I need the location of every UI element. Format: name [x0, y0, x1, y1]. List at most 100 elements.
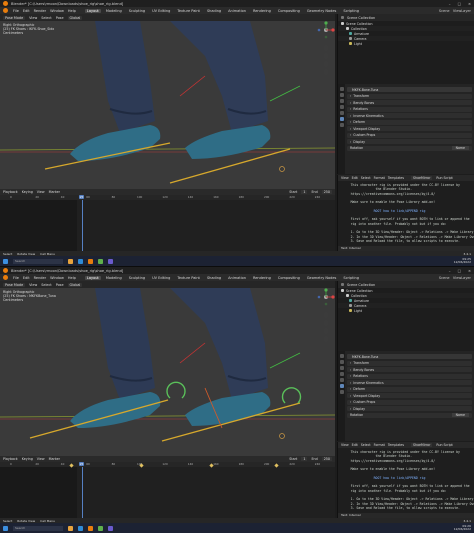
- text-menu-edit[interactable]: Edit: [352, 176, 358, 180]
- menu-edit[interactable]: Edit: [23, 276, 30, 280]
- app-icon[interactable]: [98, 525, 103, 531]
- app-icon[interactable]: [98, 258, 103, 264]
- end-frame-field[interactable]: 250: [321, 457, 332, 461]
- property-panel[interactable]: › Inverse Kinematics: [347, 380, 472, 385]
- property-panel[interactable]: › Viewport Display: [347, 126, 472, 131]
- property-panel[interactable]: › Transform: [347, 93, 472, 99]
- blender-taskbar-icon[interactable]: [88, 525, 93, 531]
- workspace-tab-scripting[interactable]: Scripting: [341, 9, 361, 13]
- timeline-menu-playback[interactable]: Playback: [3, 457, 18, 461]
- field-value[interactable]: Name: [451, 146, 469, 150]
- axis-gizmo-icon[interactable]: [317, 288, 335, 306]
- edge-icon[interactable]: [78, 525, 83, 531]
- property-panel[interactable]: › Deform: [347, 386, 472, 392]
- start-frame-field[interactable]: 1: [301, 457, 308, 461]
- view-menu[interactable]: View: [29, 16, 37, 20]
- rotation-field[interactable]: Rotation Name: [347, 145, 472, 151]
- property-panel[interactable]: › Transform: [347, 360, 472, 366]
- render-tab-icon[interactable]: [339, 360, 344, 364]
- property-panel[interactable]: › Relations: [347, 106, 472, 112]
- maximize-button[interactable]: □: [458, 269, 461, 273]
- workspace-tab-uv-editing[interactable]: UV Editing: [150, 9, 172, 13]
- text-menu-edit[interactable]: Edit: [352, 443, 358, 447]
- menu-edit[interactable]: Edit: [23, 9, 30, 13]
- 3d-viewport[interactable]: Right Orthographic (25) FK Shoes : IKFK.…: [0, 21, 336, 193]
- taskbar-search[interactable]: Search: [13, 525, 63, 531]
- select-menu[interactable]: Select: [41, 283, 51, 287]
- timeline-menu-keying[interactable]: Keying: [22, 190, 33, 194]
- app2-icon[interactable]: [108, 525, 113, 531]
- start-icon[interactable]: [3, 525, 8, 531]
- property-panel[interactable]: › Bendy Bones: [347, 100, 472, 105]
- workspace-tab-geometry-nodes[interactable]: Geometry Nodes: [305, 9, 339, 13]
- keyframe-marker[interactable]: [139, 463, 144, 468]
- rotation-field[interactable]: Rotation Name: [347, 412, 472, 418]
- pan-hand-icon[interactable]: [323, 53, 329, 59]
- viewport-canvas[interactable]: [0, 288, 336, 456]
- workspace-tab-rendering[interactable]: Rendering: [251, 9, 273, 13]
- menu-render[interactable]: Render: [34, 9, 46, 13]
- menu-render[interactable]: Render: [34, 276, 46, 280]
- workspace-tab-layout[interactable]: Layout: [84, 8, 101, 13]
- workspace-tab-animation[interactable]: Animation: [226, 9, 248, 13]
- grid-toggle-icon[interactable]: [323, 336, 329, 342]
- mode-dropdown[interactable]: Pose Mode: [3, 15, 26, 20]
- timeline-menu-view[interactable]: View: [37, 457, 45, 461]
- start-icon[interactable]: [3, 258, 8, 264]
- orientation-dropdown[interactable]: Global: [67, 282, 83, 287]
- menu-file[interactable]: File: [13, 9, 19, 13]
- property-panel[interactable]: › Custom Props: [347, 399, 472, 405]
- pan-hand-icon[interactable]: [323, 320, 329, 326]
- zoom-icon[interactable]: [323, 312, 329, 318]
- grid-toggle-icon[interactable]: [323, 69, 329, 75]
- object-tab-icon[interactable]: [339, 111, 344, 115]
- workspace-tab-modeling[interactable]: Modeling: [104, 276, 124, 280]
- workspace-tab-shading[interactable]: Shading: [205, 9, 223, 13]
- system-clock[interactable]: 09:25 12/06/2022: [454, 257, 471, 265]
- file-explorer-icon[interactable]: [68, 258, 73, 264]
- timeline-menu-playback[interactable]: Playback: [3, 190, 18, 194]
- property-panel[interactable]: › Bendy Bones: [347, 367, 472, 372]
- current-frame-label[interactable]: 25: [78, 195, 85, 199]
- property-panel[interactable]: › Deform: [347, 119, 472, 125]
- maximize-button[interactable]: □: [458, 2, 461, 6]
- output-tab-icon[interactable]: [339, 366, 344, 370]
- text-body[interactable]: This character rig is provided under the…: [338, 181, 474, 251]
- blender-menu-icon[interactable]: [3, 275, 8, 280]
- camera-view-icon[interactable]: [323, 328, 329, 334]
- menu-help[interactable]: Help: [68, 9, 76, 13]
- object-tab-icon[interactable]: [339, 378, 344, 382]
- bone-tab-icon[interactable]: [339, 384, 344, 388]
- property-panel[interactable]: › Custom Props: [347, 132, 472, 138]
- property-panel[interactable]: › Display: [347, 139, 472, 144]
- workspace-tab-rendering[interactable]: Rendering: [251, 276, 273, 280]
- text-menu-templates[interactable]: Templates: [388, 176, 404, 180]
- field-value[interactable]: Name: [451, 413, 469, 417]
- workspace-tab-modeling[interactable]: Modeling: [104, 9, 124, 13]
- file-explorer-icon[interactable]: [68, 525, 73, 531]
- orientation-dropdown[interactable]: Global: [67, 15, 83, 20]
- keyframe-marker[interactable]: [274, 463, 279, 468]
- property-panel[interactable]: › Relations: [347, 373, 472, 379]
- bone-tab-icon[interactable]: [339, 117, 344, 121]
- playhead[interactable]: [81, 467, 83, 518]
- blender-menu-icon[interactable]: [3, 8, 8, 13]
- close-button[interactable]: ×: [468, 269, 471, 273]
- text-body[interactable]: This character rig is provided under the…: [338, 448, 474, 518]
- property-panel[interactable]: › Inverse Kinematics: [347, 113, 472, 118]
- timeline-menu-marker[interactable]: Marker: [49, 457, 60, 461]
- camera-view-icon[interactable]: [323, 61, 329, 67]
- menu-file[interactable]: File: [13, 276, 19, 280]
- view-menu[interactable]: View: [29, 283, 37, 287]
- scene-selector[interactable]: Scene ViewLayer: [439, 276, 471, 280]
- dopesheet-area[interactable]: 25: [0, 195, 335, 251]
- property-panel[interactable]: › Viewport Display: [347, 393, 472, 398]
- output-tab-icon[interactable]: [339, 99, 344, 103]
- scene-tab-icon[interactable]: [339, 105, 344, 109]
- scene-selector[interactable]: Scene ViewLayer: [439, 9, 471, 13]
- workspace-tab-sculpting[interactable]: Sculpting: [127, 9, 147, 13]
- text-menu-select[interactable]: Select: [361, 443, 371, 447]
- timeline-menu-keying[interactable]: Keying: [22, 457, 33, 461]
- workspace-tab-scripting[interactable]: Scripting: [341, 276, 361, 280]
- select-menu[interactable]: Select: [41, 16, 51, 20]
